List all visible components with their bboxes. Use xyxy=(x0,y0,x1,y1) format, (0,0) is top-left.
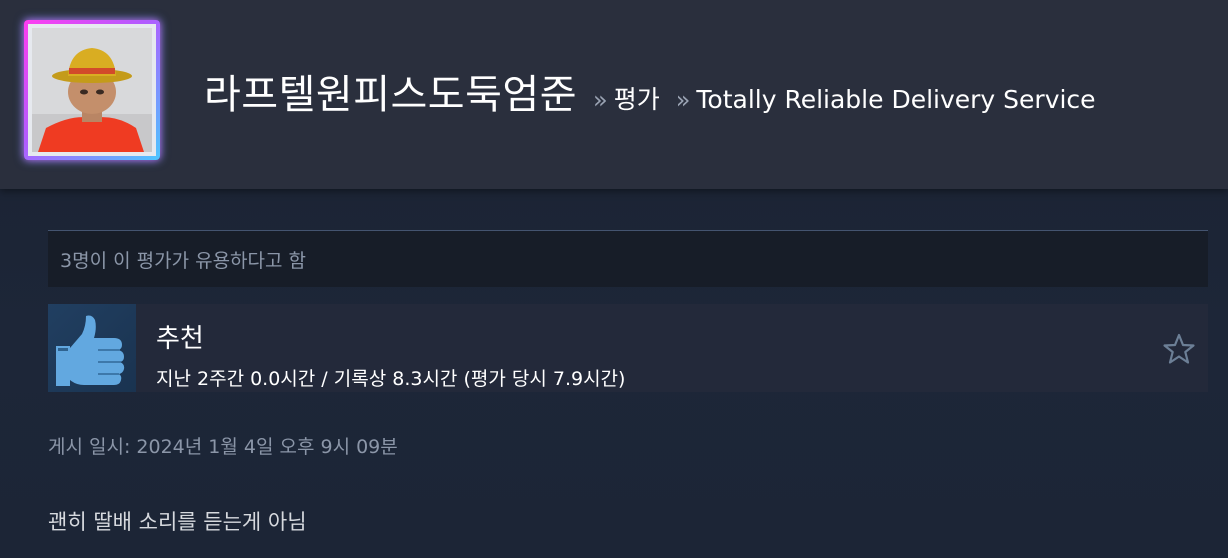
breadcrumb-separator: » xyxy=(593,86,608,114)
username-link[interactable]: 라프텔원피스도둑엄준 xyxy=(204,62,577,120)
game-title-link[interactable]: Totally Reliable Delivery Service xyxy=(696,85,1095,114)
review-body: 괜히 딸배 소리를 듣는게 아님 xyxy=(48,510,307,534)
helpful-count-text: 3명이 이 평가가 유용하다고 함 xyxy=(60,249,307,272)
thumbs-up-icon xyxy=(56,315,125,386)
recommendation-box: 추천 지난 2주간 0.0시간 / 기록상 8.3시간 (평가 당시 7.9시간… xyxy=(48,304,1208,392)
thumb-container xyxy=(48,304,136,392)
avatar-image xyxy=(32,28,152,152)
playtime-text: 지난 2주간 0.0시간 / 기록상 8.3시간 (평가 당시 7.9시간) xyxy=(156,368,626,390)
profile-header: 라프텔원피스도둑엄준 » 평가 » Totally Reliable Deliv… xyxy=(0,0,1228,189)
recommendation-label: 추천 xyxy=(156,324,204,354)
review-page: 라프텔원피스도둑엄준 » 평가 » Totally Reliable Deliv… xyxy=(0,0,1228,558)
avatar-frame[interactable] xyxy=(24,20,160,160)
star-outline-icon[interactable] xyxy=(1162,332,1196,366)
avatar[interactable] xyxy=(28,24,156,156)
posted-date: 게시 일시: 2024년 1월 4일 오후 9시 09분 xyxy=(48,436,398,458)
helpful-count-bar: 3명이 이 평가가 유용하다고 함 xyxy=(48,230,1208,287)
reviews-link[interactable]: 평가 xyxy=(614,80,660,116)
breadcrumb: 라프텔원피스도둑엄준 » 평가 » Totally Reliable Deliv… xyxy=(204,62,1096,122)
breadcrumb-separator: » xyxy=(675,86,691,114)
